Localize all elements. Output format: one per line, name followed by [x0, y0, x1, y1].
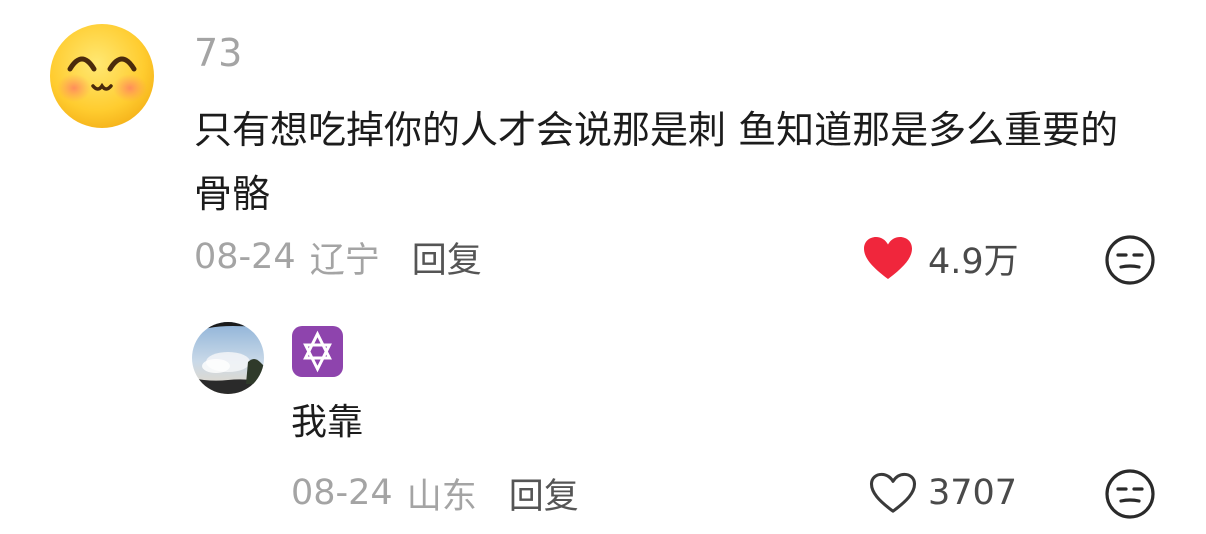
reply-dislike-button[interactable]	[1104, 468, 1156, 520]
comment-date: 08-24	[194, 237, 296, 277]
like-count: 4.9万	[928, 241, 1019, 282]
neutral-face-icon	[1105, 469, 1155, 519]
reply-text: 我靠	[291, 402, 364, 443]
reply-like-count: 3707	[928, 473, 1018, 513]
heart-outline-icon	[869, 472, 917, 513]
sky-photo-avatar	[192, 322, 264, 394]
comment-text: 只有想吃掉你的人才会说那是刺 鱼知道那是多么重要的骨骼	[194, 108, 1119, 216]
six-pointed-star-emoji-icon	[292, 326, 343, 377]
reply-avatar[interactable]	[192, 322, 264, 394]
reply-location: 山东	[406, 476, 477, 517]
reply-like-button[interactable]: 3707	[868, 468, 1017, 518]
username[interactable]: 73	[194, 30, 242, 76]
reply-button[interactable]: 回复	[412, 232, 482, 283]
comment-location: 辽宁	[309, 240, 380, 281]
dislike-button[interactable]	[1104, 234, 1156, 286]
avatar[interactable]	[48, 22, 156, 130]
comment-meta: 08-24 辽宁 回复	[194, 232, 482, 283]
smiling-emoji-icon	[50, 24, 154, 128]
heart-filled-icon	[864, 237, 912, 279]
like-button[interactable]: 4.9万	[862, 232, 1019, 284]
reply-date: 08-24	[291, 473, 393, 513]
neutral-face-icon	[1105, 235, 1155, 285]
reply-reply-button[interactable]: 回复	[509, 468, 579, 519]
reply-username-badge[interactable]	[291, 325, 344, 378]
reply-meta: 08-24 山东 回复	[291, 468, 579, 519]
